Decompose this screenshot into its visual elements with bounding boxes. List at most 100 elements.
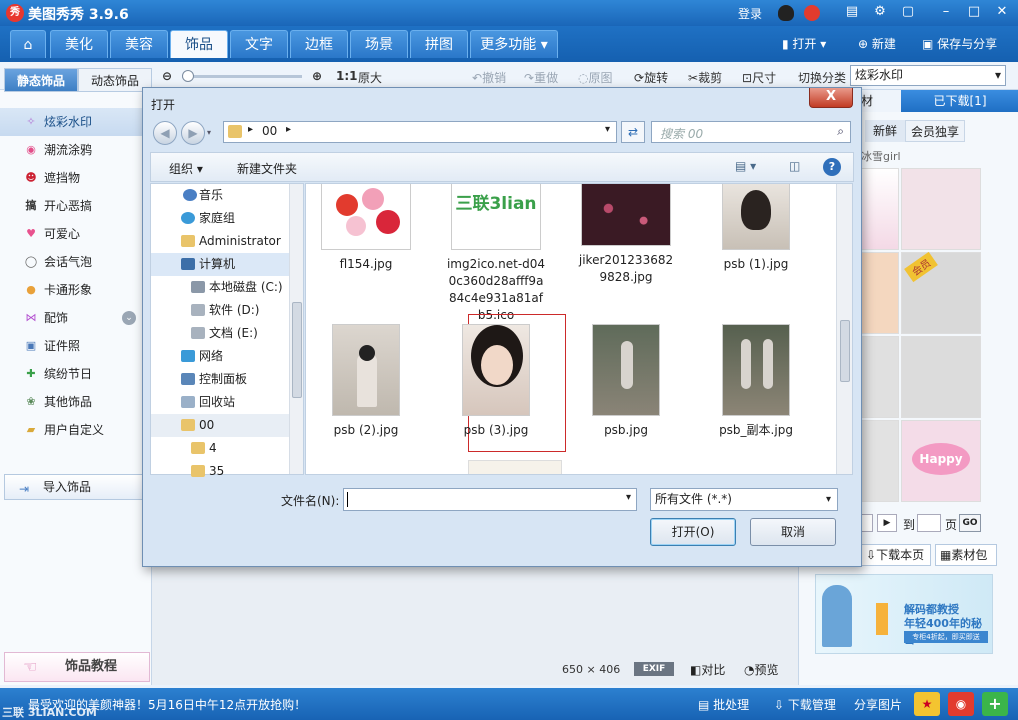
skin-icon[interactable]: ▤ bbox=[842, 3, 862, 21]
qq-icon[interactable] bbox=[778, 5, 794, 21]
undo-button[interactable]: ↶撤销 bbox=[472, 69, 506, 86]
sidebar-item[interactable]: ❀ 其他饰品 bbox=[0, 388, 150, 416]
chevron-down-icon[interactable]: ▾ bbox=[605, 124, 610, 135]
sidebar-item[interactable]: ◉ 潮流涂鸦 bbox=[0, 136, 150, 164]
import-accessory-button[interactable]: ⇥ 导入饰品 bbox=[4, 474, 144, 500]
file-item[interactable]: fl154.jpg bbox=[316, 184, 416, 273]
nav-item-drive-c[interactable]: 本地磁盘 (C:) bbox=[151, 276, 291, 299]
accessory-tutorial-button[interactable]: ☜ 饰品教程 bbox=[4, 652, 150, 682]
sidebar-item[interactable]: ✚ 缤纷节日 bbox=[0, 360, 150, 388]
rotate-button[interactable]: ⟳旋转 bbox=[634, 69, 668, 86]
zoom-slider-handle[interactable] bbox=[182, 70, 194, 82]
filename-input[interactable]: ▾ bbox=[343, 488, 637, 511]
material-thumb[interactable] bbox=[901, 168, 981, 250]
ad-banner[interactable]: 解码都教授 年轻400年的秘密 专柜4折起，即买即送 bbox=[815, 574, 993, 654]
dialog-close-button[interactable]: X bbox=[809, 88, 853, 108]
file-item-partial[interactable] bbox=[468, 460, 562, 474]
resize-button[interactable]: ⊡尺寸 bbox=[742, 69, 776, 86]
breadcrumb[interactable]: 00 bbox=[262, 124, 277, 138]
material-thumb[interactable]: Happy bbox=[901, 420, 981, 502]
sidebar-item[interactable]: ▰ 用户自定义 bbox=[0, 416, 150, 444]
original-button[interactable]: ◌原图 bbox=[578, 69, 613, 86]
sidebar-item[interactable]: ● 卡通形象 bbox=[0, 276, 150, 304]
tab-animated-accessories[interactable]: 动态饰品 bbox=[78, 68, 152, 92]
tab-accessories[interactable]: 饰品 bbox=[170, 30, 228, 58]
settings-icon[interactable]: ⚙ bbox=[870, 3, 890, 21]
close-icon[interactable]: ✕ bbox=[992, 3, 1012, 21]
tab-static-accessories[interactable]: 静态饰品 bbox=[4, 68, 78, 92]
zoom-out-icon[interactable]: ⊖ bbox=[162, 69, 172, 83]
nav-item-control-panel[interactable]: 控制面板 bbox=[151, 368, 291, 391]
filetype-select[interactable]: 所有文件 (*.*) ▾ bbox=[650, 488, 838, 511]
crop-button[interactable]: ✂裁剪 bbox=[688, 69, 722, 86]
nav-item-computer[interactable]: 计算机 bbox=[151, 253, 291, 276]
nav-scrollbar[interactable] bbox=[289, 184, 303, 474]
save-share-button[interactable]: ▣ 保存与分享 bbox=[922, 35, 997, 52]
actual-size-ratio[interactable]: 1:1 bbox=[336, 69, 358, 83]
tab-downloaded[interactable]: 已下载[1] bbox=[901, 90, 1018, 112]
ad-cta[interactable]: 专柜4折起，即买即送 bbox=[904, 631, 988, 643]
preview-button[interactable]: ◔预览 bbox=[744, 661, 779, 678]
add-icon[interactable]: + bbox=[982, 692, 1008, 716]
nav-item-drive-e[interactable]: 文档 (E:) bbox=[151, 322, 291, 345]
subtab-fresh[interactable]: 新鲜 bbox=[865, 120, 905, 142]
page-next-icon[interactable]: ▶ bbox=[877, 514, 897, 532]
sidebar-item[interactable]: 搞开心恶搞 bbox=[0, 192, 150, 220]
share-image-button[interactable]: 分享图片 bbox=[854, 696, 902, 713]
material-thumb[interactable]: 会员 bbox=[901, 251, 981, 334]
refresh-icon[interactable]: ⇄ bbox=[621, 121, 645, 143]
download-manager-button[interactable]: ⇩ 下载管理 bbox=[774, 696, 836, 713]
open-button[interactable]: ▮ 打开 ▾ bbox=[782, 35, 826, 52]
actual-size-button[interactable]: 原大 bbox=[358, 69, 382, 86]
file-scrollbar[interactable] bbox=[836, 184, 852, 474]
chevron-down-icon[interactable]: ▾ bbox=[626, 492, 631, 503]
exif-button[interactable]: EXIF bbox=[634, 662, 674, 676]
nav-item-recycle-bin[interactable]: 回收站 bbox=[151, 391, 291, 414]
breadcrumb-chevron-icon[interactable]: ▸ bbox=[248, 124, 253, 135]
redo-button[interactable]: ↷重做 bbox=[524, 69, 558, 86]
feedback-icon[interactable]: ▢ bbox=[898, 3, 918, 21]
open-file-button[interactable]: 打开(O) bbox=[650, 518, 736, 546]
breadcrumb-chevron-icon[interactable]: ▸ bbox=[286, 124, 291, 135]
maximize-icon[interactable]: □ bbox=[964, 3, 984, 21]
nav-item-administrator[interactable]: Administrator bbox=[151, 230, 291, 253]
file-item[interactable]: jiker2012336829828.jpg bbox=[576, 184, 676, 286]
organize-button[interactable]: 组织 ▾ bbox=[169, 160, 203, 177]
file-item[interactable]: psb (3).jpg bbox=[446, 324, 546, 439]
nav-item-folder-4[interactable]: 4 bbox=[151, 437, 291, 460]
file-scrollbar-thumb[interactable] bbox=[840, 320, 850, 382]
material-thumb[interactable] bbox=[861, 336, 899, 418]
compare-button[interactable]: ◧对比 bbox=[690, 661, 725, 678]
sidebar-item[interactable]: ▣ 证件照 bbox=[0, 332, 150, 360]
zoom-in-icon[interactable]: ⊕ bbox=[312, 69, 322, 83]
tab-collage[interactable]: 拼图 bbox=[410, 30, 468, 58]
material-pack-button[interactable]: ▦素材包 bbox=[935, 544, 997, 566]
tab-frame[interactable]: 边框 bbox=[290, 30, 348, 58]
file-item[interactable]: psb_副本.jpg bbox=[706, 324, 806, 439]
file-item[interactable]: psb (1).jpg bbox=[706, 184, 806, 273]
page-go-button[interactable]: GO bbox=[959, 514, 981, 532]
nav-item-drive-d[interactable]: 软件 (D:) bbox=[151, 299, 291, 322]
preview-pane-icon[interactable]: ◫ bbox=[789, 159, 800, 173]
new-folder-button[interactable]: 新建文件夹 bbox=[237, 160, 297, 177]
sidebar-item[interactable]: ⋈ 配饰 ⌄ bbox=[0, 304, 150, 332]
file-item[interactable]: 三联3lian img2ico.net-d040c360d28afff9a84c… bbox=[446, 184, 546, 324]
star-icon[interactable]: ★ bbox=[914, 692, 940, 716]
zoom-slider[interactable] bbox=[182, 75, 302, 78]
sidebar-item[interactable]: ✧ 炫彩水印 bbox=[0, 108, 150, 136]
back-icon[interactable]: ◀ bbox=[153, 121, 177, 145]
tab-beautify[interactable]: 美化 bbox=[50, 30, 108, 58]
collapse-icon[interactable]: ⌄ bbox=[122, 311, 136, 325]
file-item[interactable]: psb.jpg bbox=[576, 324, 676, 439]
material-thumb[interactable] bbox=[861, 252, 899, 334]
page-prev[interactable] bbox=[861, 514, 873, 532]
subtab-vip[interactable]: 会员独享 bbox=[905, 120, 965, 142]
batch-button[interactable]: ▤ 批处理 bbox=[698, 696, 749, 713]
help-icon[interactable]: ? bbox=[823, 158, 841, 176]
forward-icon[interactable]: ▶ bbox=[181, 121, 205, 145]
material-thumb[interactable] bbox=[861, 168, 899, 250]
weibo-share-icon[interactable]: ◉ bbox=[948, 692, 974, 716]
tab-material[interactable]: 材 bbox=[861, 90, 901, 112]
material-thumb[interactable] bbox=[861, 420, 899, 502]
nav-item-music[interactable]: 音乐 bbox=[151, 184, 291, 207]
